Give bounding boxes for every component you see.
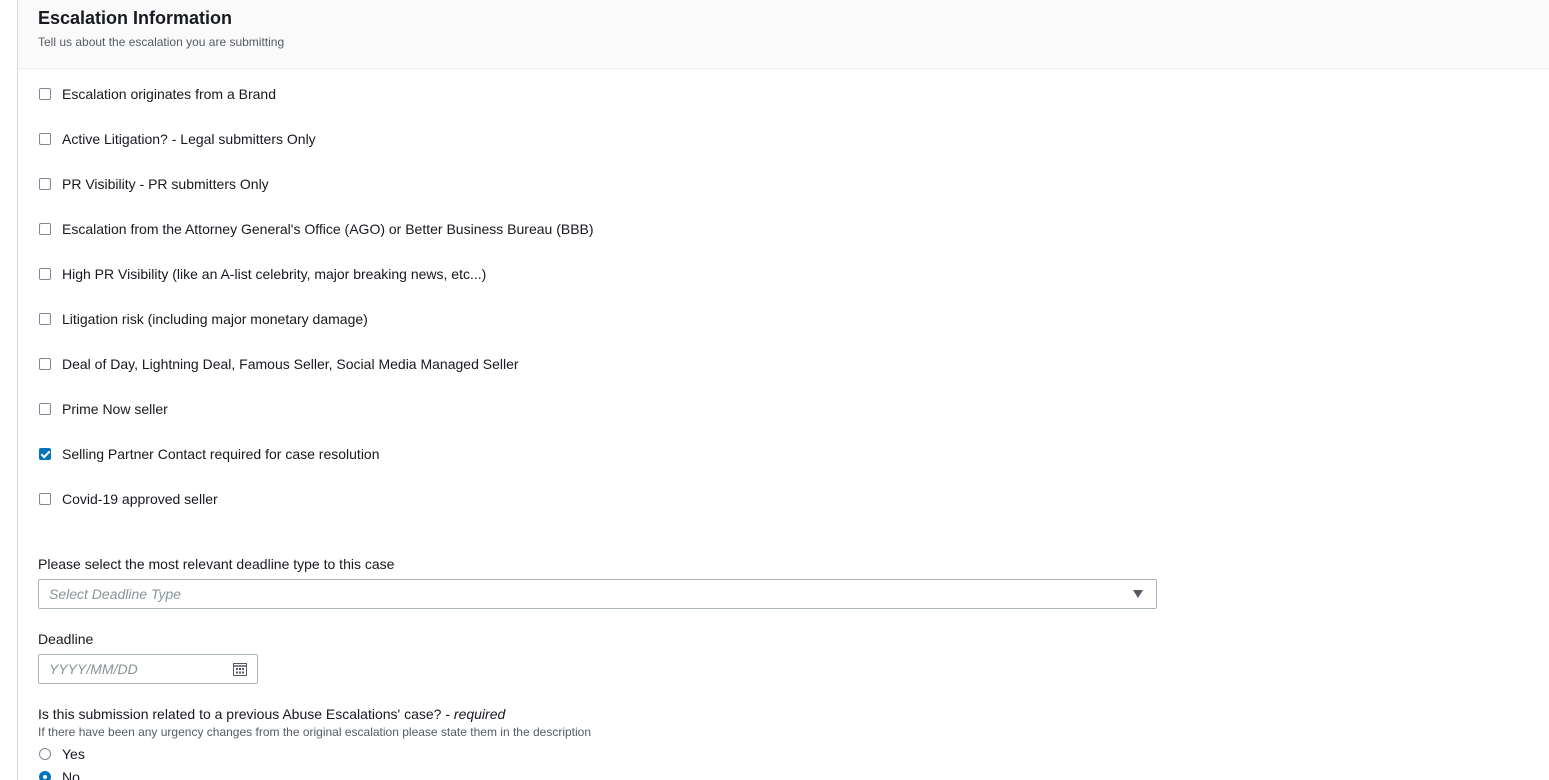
checkbox[interactable] (39, 133, 51, 145)
checkbox-label: Covid-19 approved seller (62, 491, 218, 507)
checkbox[interactable] (39, 358, 51, 370)
deadline-date-input[interactable] (39, 655, 229, 683)
checkbox-label: Litigation risk (including major monetar… (62, 311, 368, 327)
deadline-type-placeholder: Select Deadline Type (49, 586, 182, 602)
radio-button[interactable] (39, 771, 51, 780)
radio-option-yes[interactable]: Yes (38, 744, 85, 764)
panel-title: Escalation Information (38, 8, 233, 28)
checkbox-label: PR Visibility - PR submitters Only (62, 176, 269, 192)
checkbox-label: Escalation from the Attorney General's O… (62, 221, 594, 237)
left-border (17, 0, 18, 780)
required-indicator: required (453, 706, 506, 722)
required-separator: - (441, 706, 454, 722)
previous-case-description: If there have been any urgency changes f… (38, 725, 592, 739)
checkbox[interactable] (39, 313, 51, 325)
checkbox[interactable] (39, 178, 51, 190)
checkbox-deal-of-day[interactable]: Deal of Day, Lightning Deal, Famous Sell… (38, 354, 519, 374)
checkbox[interactable] (39, 223, 51, 235)
checkbox[interactable] (39, 493, 51, 505)
checkbox-pr-visibility[interactable]: PR Visibility - PR submitters Only (38, 174, 269, 194)
checkbox-label: Deal of Day, Lightning Deal, Famous Sell… (62, 356, 519, 372)
checkbox-high-pr-visibility[interactable]: High PR Visibility (like an A-list celeb… (38, 264, 486, 284)
deadline-label: Deadline (38, 631, 94, 647)
checkbox-label: Active Litigation? - Legal submitters On… (62, 131, 316, 147)
radio-option-no[interactable]: No (38, 767, 80, 780)
checkbox-label: Escalation originates from a Brand (62, 86, 276, 102)
calendar-icon[interactable] (233, 662, 247, 676)
deadline-type-label: Please select the most relevant deadline… (38, 556, 395, 572)
previous-case-question: Is this submission related to a previous… (38, 706, 505, 722)
checkbox[interactable] (39, 403, 51, 415)
checkbox-label: Prime Now seller (62, 401, 168, 417)
checkbox-label: High PR Visibility (like an A-list celeb… (62, 266, 487, 282)
escalation-form-page: Escalation Information Tell us about the… (0, 0, 1549, 780)
checkbox-label: Selling Partner Contact required for cas… (62, 446, 380, 462)
checkbox-selling-partner-contact[interactable]: Selling Partner Contact required for cas… (38, 444, 380, 464)
panel-subtitle: Tell us about the escalation you are sub… (38, 35, 285, 49)
checkbox[interactable] (39, 88, 51, 100)
deadline-type-select[interactable]: Select Deadline Type (38, 579, 1157, 609)
checkbox[interactable] (39, 448, 51, 460)
radio-label: Yes (62, 746, 85, 762)
checkbox[interactable] (39, 268, 51, 280)
panel-header: Escalation Information Tell us about the… (18, 0, 1549, 69)
checkbox-litigation-risk[interactable]: Litigation risk (including major monetar… (38, 309, 368, 329)
radio-label: No (62, 769, 80, 780)
checkbox-ago-bbb[interactable]: Escalation from the Attorney General's O… (38, 219, 594, 239)
radio-button[interactable] (39, 748, 51, 760)
checkbox-prime-now-seller[interactable]: Prime Now seller (38, 399, 168, 419)
checkbox-active-litigation[interactable]: Active Litigation? - Legal submitters On… (38, 129, 316, 149)
checkbox-covid-approved-seller[interactable]: Covid-19 approved seller (38, 489, 218, 509)
deadline-date-field[interactable] (38, 654, 258, 684)
previous-case-question-text: Is this submission related to a previous… (38, 706, 442, 722)
checkbox-brand-origin[interactable]: Escalation originates from a Brand (38, 84, 276, 104)
caret-down-icon (1133, 590, 1143, 598)
